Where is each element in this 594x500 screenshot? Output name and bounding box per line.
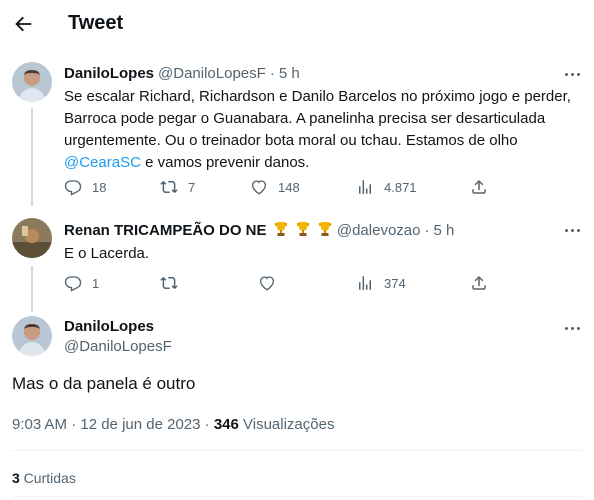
- views-button[interactable]: 4.871: [356, 178, 417, 196]
- analytics-icon: [359, 180, 371, 194]
- reply-count: 1: [92, 275, 100, 291]
- author-name[interactable]: DaniloLopes: [64, 65, 154, 82]
- separator-dot: ·: [424, 221, 430, 239]
- tweet-header: DaniloLopes @DaniloLopesF · 5 h: [64, 65, 300, 82]
- trophy-icon: [274, 222, 287, 236]
- reply-icon: [64, 180, 82, 196]
- share-icon: [472, 179, 486, 194]
- tweet-text: E o Lacerda.: [64, 245, 150, 262]
- author-name[interactable]: DaniloLopes: [64, 318, 154, 335]
- avatar[interactable]: [12, 62, 52, 102]
- share-button[interactable]: [470, 178, 488, 196]
- views-count: 374: [384, 275, 406, 291]
- tweet-time[interactable]: 5 h: [279, 65, 300, 82]
- heart-icon: [259, 276, 275, 291]
- author-handle[interactable]: @DaniloLopesF: [64, 338, 172, 355]
- retweet-count: 7: [188, 179, 196, 195]
- tweet-header: Renan TRICAMPEÃO DO NE @dalevozao · 5 h: [64, 221, 454, 239]
- separator-dot: ·: [269, 65, 275, 82]
- reply-count: 18: [92, 179, 107, 195]
- tweet-actions: 1 374: [64, 274, 504, 294]
- author-handle[interactable]: @dalevozao: [337, 222, 421, 239]
- views-button[interactable]: 374: [356, 274, 406, 292]
- views-count: 346: [213, 416, 239, 433]
- reply-icon: [64, 276, 82, 292]
- divider: [12, 496, 582, 497]
- analytics-icon: [359, 276, 371, 290]
- avatar[interactable]: [12, 316, 52, 356]
- share-icon: [472, 275, 486, 290]
- tweet-time[interactable]: 5 h: [433, 222, 454, 239]
- tweet-text-part: Se escalar Richard, Richardson e Danilo …: [64, 88, 571, 149]
- likes-summary[interactable]: 3 Curtidas: [12, 470, 76, 486]
- back-arrow-icon[interactable]: [12, 13, 36, 37]
- like-count: 148: [278, 179, 300, 195]
- likes-count: 3: [12, 470, 20, 486]
- more-options-icon[interactable]: [562, 318, 582, 338]
- thread-line: [31, 108, 33, 206]
- heart-icon: [251, 180, 267, 195]
- retweet-icon: [160, 180, 178, 194]
- trophy-icon: [296, 222, 309, 236]
- views-label: Visualizações: [238, 416, 335, 433]
- mention-link[interactable]: @CearaSC: [64, 154, 141, 171]
- more-options-icon[interactable]: [562, 220, 582, 240]
- tweet-datetime[interactable]: 9:03 AM · 12 de jun de 2023 ·: [12, 416, 214, 433]
- page-title: Tweet: [68, 12, 124, 34]
- thread-line: [31, 266, 33, 312]
- more-options-icon[interactable]: [562, 64, 582, 84]
- author-name[interactable]: Renan TRICAMPEÃO DO NE: [64, 222, 267, 239]
- reply-button[interactable]: 1: [64, 274, 99, 292]
- retweet-button[interactable]: [160, 274, 178, 292]
- divider: [12, 450, 582, 451]
- tweet-meta: 9:03 AM · 12 de jun de 2023 · 346 Visual…: [12, 416, 334, 433]
- views-count: 4.871: [384, 179, 417, 195]
- tweet-text: Se escalar Richard, Richardson e Danilo …: [64, 86, 584, 174]
- top-bar: Tweet: [0, 0, 594, 52]
- share-button[interactable]: [470, 274, 488, 292]
- tweet-actions: 18 7 148 4.871: [64, 178, 504, 198]
- author-handle[interactable]: @DaniloLopesF: [158, 65, 266, 82]
- like-button[interactable]: 148: [250, 178, 300, 196]
- likes-label: Curtidas: [19, 470, 76, 486]
- retweet-icon: [160, 276, 178, 290]
- trophy-badges: [271, 221, 333, 239]
- reply-button[interactable]: 18: [64, 178, 106, 196]
- tweet-text-part: e vamos prevenir danos.: [140, 154, 310, 171]
- avatar[interactable]: [12, 218, 52, 258]
- like-button[interactable]: [258, 274, 276, 292]
- trophy-icon: [318, 222, 331, 236]
- retweet-button[interactable]: 7: [160, 178, 195, 196]
- main-tweet-text: Mas o da panela é outro: [12, 374, 196, 393]
